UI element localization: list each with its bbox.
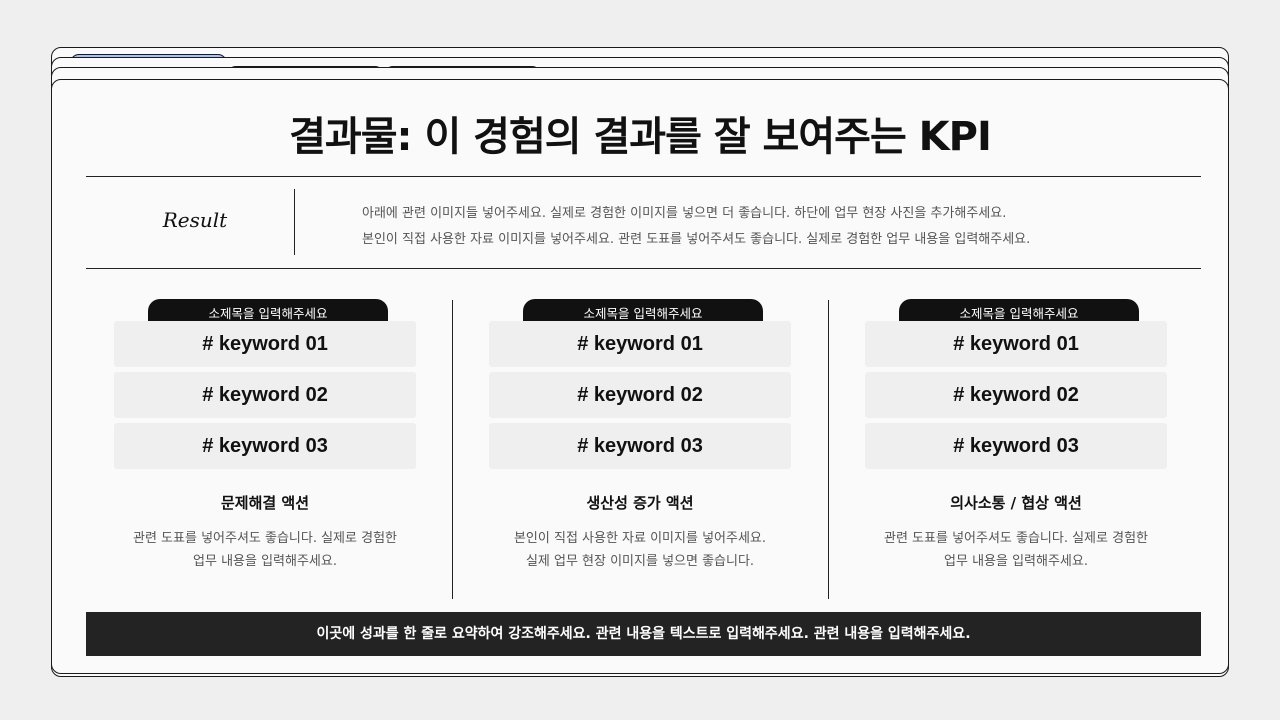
column-heading: 생산성 증가 액션: [586, 494, 694, 512]
result-description-line: 본인이 직접 사용한 자료 이미지를 넣어주세요. 관련 도표를 넣어주셔도 좋…: [362, 232, 1031, 247]
column-description-line: 업무 내용을 입력해주세요.: [944, 554, 1088, 569]
keyword-box: # keyword 02: [865, 372, 1167, 418]
column-separator: [828, 300, 829, 599]
result-label: Result: [162, 208, 228, 232]
keyword-box: # keyword 01: [865, 321, 1167, 367]
keyword-box: # keyword 02: [114, 372, 416, 418]
column-description-line: 실제 업무 현장 이미지를 넣으면 좋습니다.: [525, 554, 755, 569]
result-description-line: 아래에 관련 이미지들 넣어주세요. 실제로 경험한 이미지를 넣으면 더 좋습…: [362, 206, 1007, 221]
keyword-box: # keyword 02: [489, 372, 791, 418]
column-separator: [452, 300, 453, 599]
column-heading: 의사소통 / 협상 액션: [950, 494, 1082, 512]
column-description-line: 관련 도표를 넣어주셔도 좋습니다. 실제로 경험한: [133, 531, 397, 546]
divider-bottom: [86, 268, 1201, 269]
keyword-box: # keyword 01: [489, 321, 791, 367]
result-divider: [294, 189, 295, 255]
keyword-box: # keyword 03: [865, 423, 1167, 469]
column-description-line: 본인이 직접 사용한 자료 이미지를 넣어주세요.: [513, 531, 767, 546]
summary-banner: 이곳에 성과를 한 줄로 요약하여 강조해주세요. 관련 내용을 텍스트로 입력…: [86, 612, 1201, 656]
keyword-box: # keyword 01: [114, 321, 416, 367]
keyword-box: # keyword 03: [489, 423, 791, 469]
keyword-box: # keyword 03: [114, 423, 416, 469]
column-description-line: 업무 내용을 입력해주세요.: [193, 554, 337, 569]
column-description-line: 관련 도표를 넣어주셔도 좋습니다. 실제로 경험한: [884, 531, 1148, 546]
column-heading: 문제해결 액션: [220, 494, 310, 512]
divider-top: [86, 176, 1201, 177]
page-title: 결과물: 이 경험의 결과를 잘 보여주는 KPI: [289, 114, 992, 160]
